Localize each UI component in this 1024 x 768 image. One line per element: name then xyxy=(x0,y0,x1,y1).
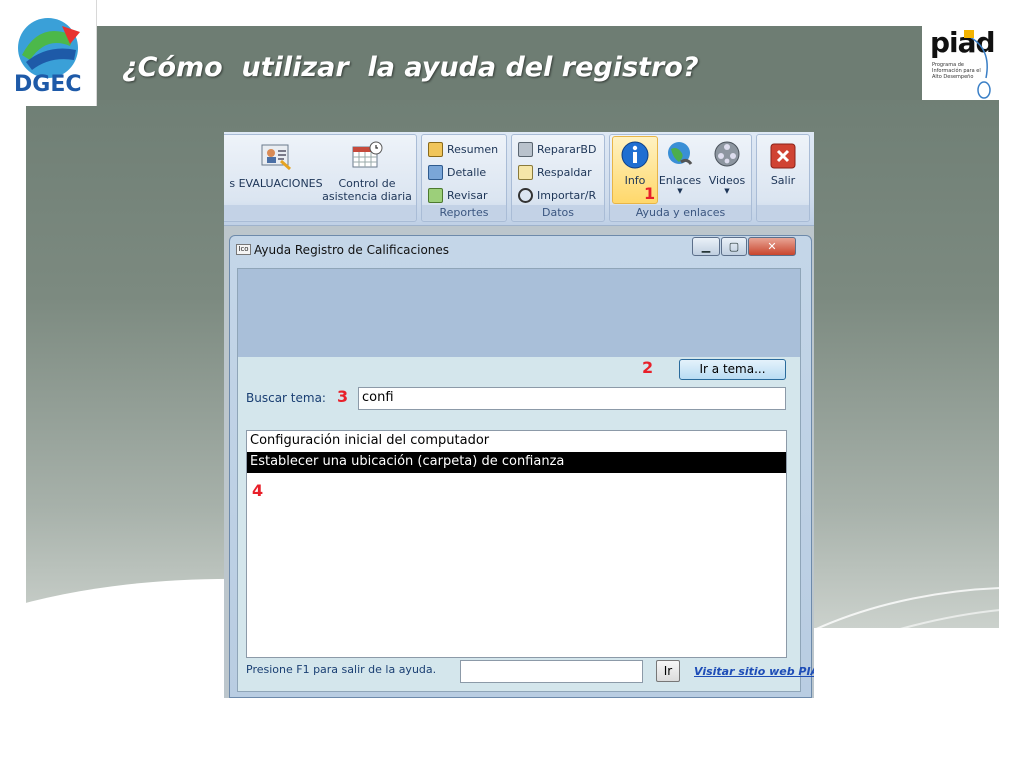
dialog-header-panel xyxy=(238,269,800,357)
backup-icon xyxy=(518,164,533,180)
calendar-clock-icon xyxy=(352,141,383,168)
piad-logo: piad Programa de Información para el Alt… xyxy=(922,22,1000,100)
control-asistencia-label-1: Control de xyxy=(338,177,396,190)
datos-group-label: Datos xyxy=(512,205,604,220)
ribbon-group-reportes: Resumen Detalle Revisar Reportes xyxy=(421,134,507,222)
enlaces-label: Enlaces xyxy=(658,174,702,187)
videos-label: Videos xyxy=(708,174,746,187)
close-icon xyxy=(770,143,796,169)
topic-results-list[interactable]: Configuración inicial del computador Est… xyxy=(246,430,787,658)
control-asistencia-label-2: asistencia diaria xyxy=(322,190,412,203)
ribbon: s EVALUACIONES Control de asistencia dia… xyxy=(224,132,814,226)
info-label: Info xyxy=(624,174,646,187)
repair-tools-icon xyxy=(518,141,533,157)
evaluations-icon xyxy=(261,144,291,171)
info-icon xyxy=(621,141,649,169)
repararbd-button[interactable]: RepararBD xyxy=(518,139,596,159)
evaluaciones-button[interactable]: s EVALUACIONES xyxy=(227,137,325,190)
slide-title: ¿Cómo utilizar la ayuda del registro? xyxy=(122,52,699,83)
respaldar-button[interactable]: Respaldar xyxy=(518,162,592,182)
videos-dropdown-icon: ▼ xyxy=(724,187,730,195)
salir-button[interactable]: Salir xyxy=(760,140,806,187)
summary-icon xyxy=(428,141,443,157)
search-topic-label: Buscar tema: xyxy=(246,391,326,405)
enlaces-button[interactable]: Enlaces ▼ xyxy=(658,138,702,195)
refresh-icon xyxy=(518,187,533,203)
dgec-logo-text: DGEC xyxy=(14,72,82,97)
reportes-group-label: Reportes xyxy=(422,205,506,220)
ribbon-group-main-label xyxy=(224,205,416,220)
dgec-logo: DGEC xyxy=(0,0,97,106)
importar-button[interactable]: Importar/R xyxy=(518,185,596,205)
maximize-button[interactable]: ▢ xyxy=(721,237,747,256)
respaldar-label: Respaldar xyxy=(537,165,592,179)
ribbon-group-datos: RepararBD Respaldar Importar/R Datos xyxy=(511,134,605,222)
minimize-button[interactable]: ▁ xyxy=(692,237,720,256)
enlaces-dropdown-icon: ▼ xyxy=(677,187,683,195)
visit-website-link[interactable]: Visitar sitio web PIAD xyxy=(694,665,814,678)
status-help-text: Presione F1 para salir de la ayuda. xyxy=(246,663,437,676)
search-topic-input[interactable]: confi xyxy=(358,387,786,410)
mouse-cursor-icon xyxy=(964,30,991,99)
evaluaciones-label: EVALUACIONES xyxy=(238,177,323,190)
go-button[interactable]: Ir xyxy=(656,660,680,682)
salir-label: Salir xyxy=(770,174,796,187)
repararbd-label: RepararBD xyxy=(537,142,597,156)
info-button[interactable]: Info xyxy=(614,138,656,187)
revisar-label: Revisar xyxy=(447,188,488,202)
detalle-button[interactable]: Detalle xyxy=(428,162,486,182)
marker-4: 4 xyxy=(252,481,264,500)
app-icon: Ico xyxy=(236,244,251,255)
control-asistencia-button[interactable]: Control de asistencia diaria xyxy=(319,137,415,203)
revisar-button[interactable]: Revisar xyxy=(428,185,487,205)
detalle-label: Detalle xyxy=(447,165,487,179)
marker-3: 3 xyxy=(337,387,349,406)
ayuda-group-label: Ayuda y enlaces xyxy=(610,205,751,220)
salir-group-label xyxy=(757,205,809,220)
importar-label: Importar/R xyxy=(537,188,597,202)
evaluaciones-prefix: s xyxy=(229,177,236,190)
goto-topic-button[interactable]: Ir a tema... xyxy=(679,359,786,380)
detail-icon xyxy=(428,164,443,180)
ribbon-group-main: s EVALUACIONES Control de asistencia dia… xyxy=(224,134,417,222)
list-item-selected[interactable]: Establecer una ubicación (carpeta) de co… xyxy=(247,452,786,473)
window-close-button[interactable]: ✕ xyxy=(748,237,796,256)
film-reel-icon xyxy=(714,141,740,167)
marker-1: 1 xyxy=(644,184,656,203)
review-icon xyxy=(428,187,443,203)
resumen-button[interactable]: Resumen xyxy=(428,139,498,159)
dialog-title: Ayuda Registro de Calificaciones xyxy=(254,243,450,257)
marker-2: 2 xyxy=(642,358,654,377)
videos-button[interactable]: Videos ▼ xyxy=(704,138,750,195)
help-dialog: Ico Ayuda Registro de Calificaciones ▁ ▢… xyxy=(229,235,814,698)
dialog-client-area: 2 Ir a tema... Buscar tema: 3 confi Conf… xyxy=(237,268,814,692)
list-item[interactable]: Configuración inicial del computador xyxy=(247,431,786,452)
globe-link-icon xyxy=(668,142,693,165)
url-input[interactable] xyxy=(460,660,643,683)
resumen-label: Resumen xyxy=(447,142,499,156)
app-screenshot: s EVALUACIONES Control de asistencia dia… xyxy=(224,132,814,698)
